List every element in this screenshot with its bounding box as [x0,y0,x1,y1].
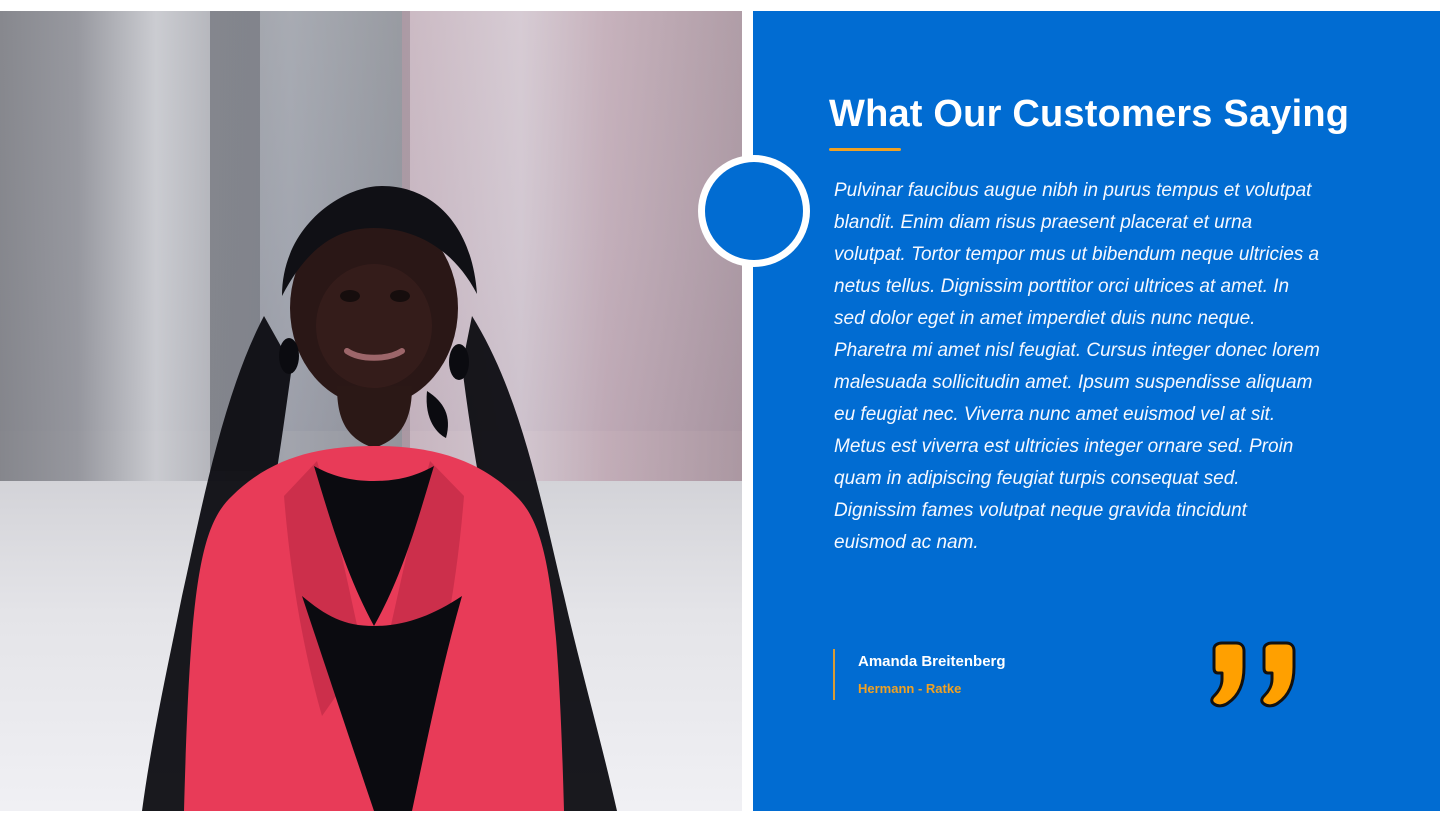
testimonial-page: What Our Customers Saying Pulvinar fauci… [0,0,1440,822]
customer-photo [0,11,742,811]
panel-notch [698,155,810,267]
author-company: Hermann - Ratke [858,681,962,696]
testimonial-title: What Our Customers Saying [829,93,1350,135]
photo-person [142,186,617,811]
testimonial-quote: Pulvinar faucibus augue nibh in purus te… [834,180,1320,553]
title-underline [829,148,901,151]
closing-quote-icon [1210,641,1296,708]
author-accent-bar [833,649,835,700]
author-name: Amanda Breitenberg [858,653,1006,670]
